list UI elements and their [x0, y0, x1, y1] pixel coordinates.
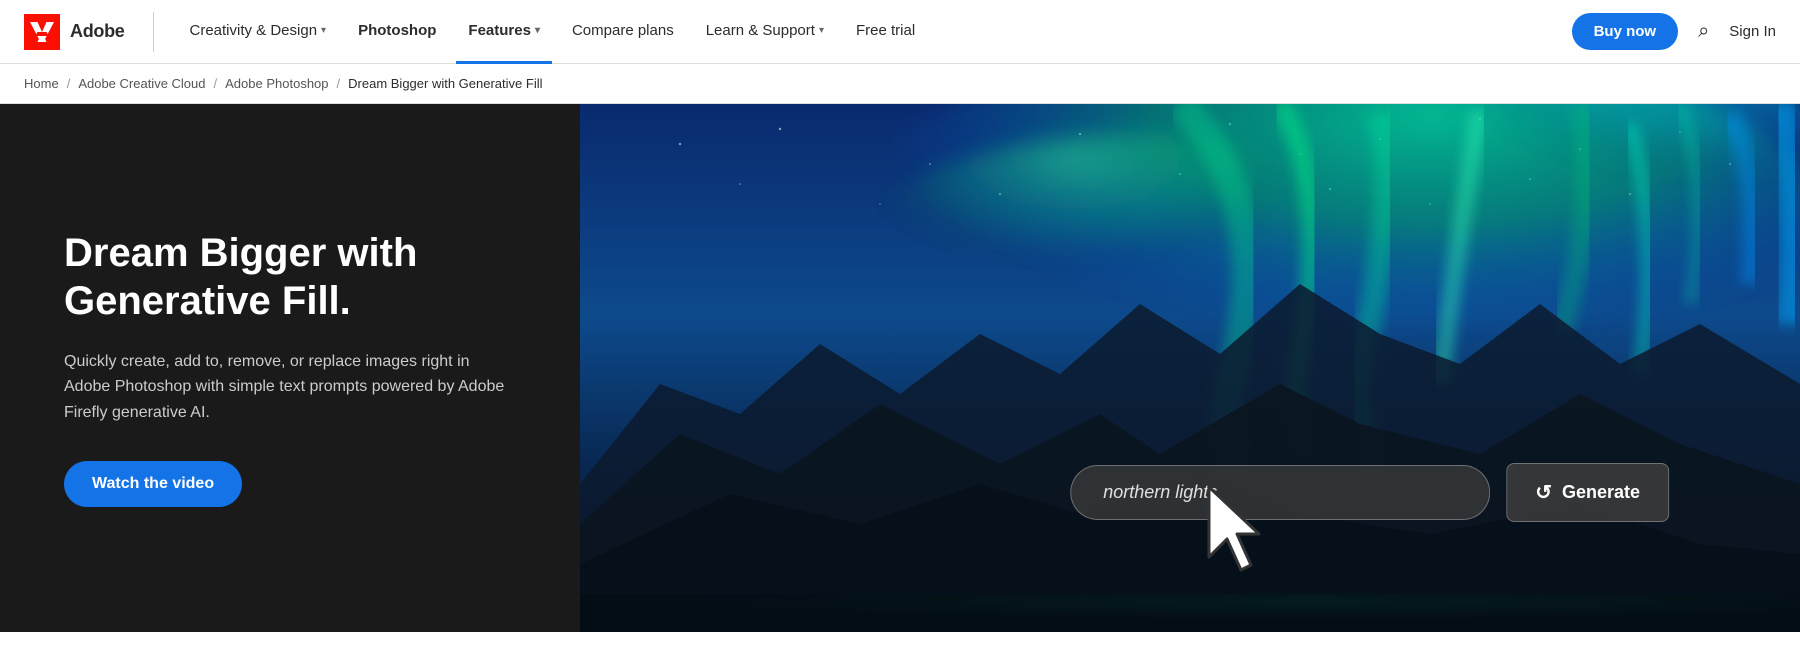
- main-nav: Adobe Creativity & Design ▾ Photoshop Fe…: [0, 0, 1800, 64]
- hero-left-panel: Dream Bigger with Generative Fill. Quick…: [0, 104, 580, 632]
- adobe-wordmark: Adobe: [70, 21, 125, 42]
- generative-fill-input[interactable]: [1070, 465, 1490, 520]
- breadcrumb-current: Dream Bigger with Generative Fill: [348, 76, 542, 91]
- hero-description: Quickly create, add to, remove, or repla…: [64, 349, 516, 426]
- chevron-down-icon: ▾: [321, 25, 326, 36]
- generate-icon: ↺: [1535, 480, 1552, 505]
- nav-links: Creativity & Design ▾ Photoshop Features…: [178, 0, 1572, 64]
- nav-item-compare[interactable]: Compare plans: [560, 0, 686, 64]
- breadcrumb-separator: /: [67, 76, 71, 91]
- chevron-down-icon: ▾: [535, 25, 540, 36]
- hero-image-panel: ↺ Generate: [580, 104, 1800, 632]
- generate-ui-overlay: ↺ Generate: [1070, 463, 1669, 522]
- aurora-image: [580, 104, 1800, 632]
- nav-item-free-trial[interactable]: Free trial: [844, 0, 927, 64]
- nav-item-learn[interactable]: Learn & Support ▾: [694, 0, 836, 64]
- hero-section: Dream Bigger with Generative Fill. Quick…: [0, 104, 1800, 632]
- breadcrumb: Home / Adobe Creative Cloud / Adobe Phot…: [0, 64, 1800, 104]
- nav-item-creativity[interactable]: Creativity & Design ▾: [178, 0, 339, 64]
- generate-button[interactable]: ↺ Generate: [1506, 463, 1669, 522]
- breadcrumb-separator: /: [214, 76, 218, 91]
- breadcrumb-separator: /: [337, 76, 341, 91]
- adobe-logo[interactable]: Adobe: [24, 14, 125, 50]
- sign-in-link[interactable]: Sign In: [1729, 23, 1776, 40]
- breadcrumb-photoshop[interactable]: Adobe Photoshop: [225, 76, 328, 91]
- adobe-logo-icon: [24, 14, 60, 50]
- breadcrumb-creative-cloud[interactable]: Adobe Creative Cloud: [78, 76, 205, 91]
- nav-divider: [153, 12, 154, 52]
- search-icon[interactable]: ⌕: [1698, 20, 1709, 43]
- chevron-down-icon: ▾: [819, 25, 824, 36]
- breadcrumb-home[interactable]: Home: [24, 76, 59, 91]
- hero-title: Dream Bigger with Generative Fill.: [64, 229, 516, 325]
- nav-item-photoshop[interactable]: Photoshop: [346, 0, 448, 64]
- buy-now-button[interactable]: Buy now: [1572, 13, 1679, 50]
- watch-video-button[interactable]: Watch the video: [64, 461, 242, 507]
- nav-item-features[interactable]: Features ▾: [456, 0, 552, 64]
- nav-right: Buy now ⌕ Sign In: [1572, 13, 1776, 50]
